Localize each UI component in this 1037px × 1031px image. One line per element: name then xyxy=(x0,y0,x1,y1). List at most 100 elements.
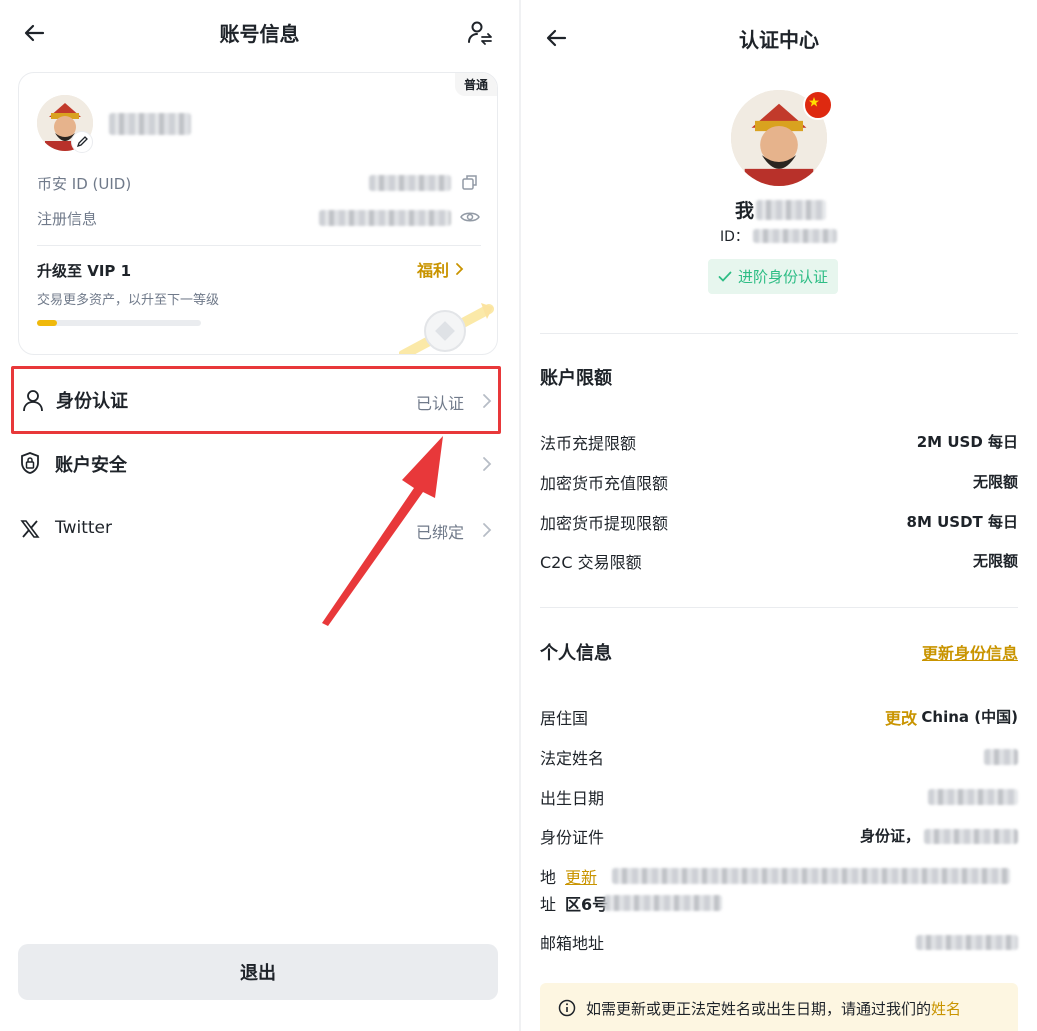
name-redacted xyxy=(756,199,827,220)
benefits-link[interactable]: 福利 xyxy=(417,257,465,281)
personal-section-title: 个人信息 xyxy=(540,643,612,664)
verification-status-badge: 进阶身份认证 xyxy=(708,259,839,294)
edit-avatar-button[interactable] xyxy=(71,131,93,153)
limit-value: 2M USD 每日 xyxy=(916,433,1018,451)
uid-value-redacted xyxy=(369,175,451,191)
limit-label: 加密货币充值限额 xyxy=(540,474,669,493)
limits-section-title: 账户限额 xyxy=(540,368,612,389)
notice-message: 如需更新或更正法定姓名或出生日期，请通过我们的 xyxy=(586,1000,932,1018)
limit-row: 加密货币充值限额 无限额 xyxy=(540,470,1018,494)
limit-value: 无限额 xyxy=(972,473,1018,491)
address-label: 地 xyxy=(540,868,557,887)
id-label: ID： xyxy=(720,229,749,245)
vip-upgrade-title: 升级至 VIP 1 xyxy=(37,262,132,280)
id-number-redacted xyxy=(924,829,1018,844)
address-line2-redacted xyxy=(604,895,722,911)
id-value-redacted xyxy=(752,229,837,243)
profile-id: ID： xyxy=(720,226,837,246)
vip-progress-fill xyxy=(37,320,57,326)
residence-value: China (中国) xyxy=(921,708,1018,726)
limit-row: C2C 交易限额 无限额 xyxy=(540,549,1018,573)
address-row: 地 址 更新 区6号 xyxy=(540,864,1018,916)
residence-change-link[interactable]: 更改 xyxy=(885,705,917,729)
limit-label: C2C 交易限额 xyxy=(540,553,642,572)
user-level-badge: 普通 xyxy=(454,73,497,96)
eye-icon xyxy=(460,212,480,222)
address-update-link[interactable]: 更新 xyxy=(565,864,597,888)
birth-date-redacted xyxy=(928,789,1018,805)
address-label: 址 xyxy=(540,895,557,914)
email-label: 邮箱地址 xyxy=(540,934,605,953)
country-flag-icon xyxy=(803,90,833,120)
menu-item-label: Twitter xyxy=(55,518,112,538)
registration-label: 注册信息 xyxy=(37,210,98,228)
residence-row: 居住国 更改 China (中国) xyxy=(540,705,1018,729)
address-line2-prefix: 区6号 xyxy=(565,895,609,914)
id-document-row: 身份证件 身份证， xyxy=(540,824,1018,848)
profile-name: 我 xyxy=(735,196,827,223)
legal-name-redacted xyxy=(984,749,1018,765)
email-row: 邮箱地址 xyxy=(540,930,1018,954)
update-identity-link[interactable]: 更新身份信息 xyxy=(922,640,1018,664)
card-divider xyxy=(37,245,481,246)
x-twitter-icon xyxy=(20,520,40,538)
birth-date-label: 出生日期 xyxy=(540,789,605,808)
shield-lock-icon xyxy=(21,452,39,474)
limit-row: 加密货币提现限额 8M USDT 每日 xyxy=(540,510,1018,534)
info-icon xyxy=(558,999,576,1017)
reveal-button[interactable] xyxy=(460,208,480,226)
limit-label: 加密货币提现限额 xyxy=(540,514,669,533)
page-title: 账号信息 xyxy=(219,22,300,46)
registration-value-redacted xyxy=(319,210,451,226)
annotation-arrow-icon xyxy=(322,436,443,626)
switch-account-button[interactable] xyxy=(466,19,494,47)
person-icon xyxy=(23,390,43,412)
logout-button[interactable]: 退出 xyxy=(18,944,498,1000)
section-divider xyxy=(540,607,1018,608)
vip-progress-track xyxy=(37,320,201,326)
notice-banner: 如需更新或更正法定姓名或出生日期，请通过我们的姓名 xyxy=(540,983,1018,1031)
chevron-right-icon xyxy=(483,457,492,471)
menu-item-identity[interactable]: 身份认证 已认证 xyxy=(11,366,501,434)
switch-account-icon xyxy=(468,21,492,45)
profile-card: 普通 币安 ID (UID) 注册信息 升级至 VIP 1 福利 交易更多资产，… xyxy=(18,72,498,355)
uid-label: 币安 ID (UID) xyxy=(37,175,132,193)
notice-link[interactable]: 姓名 xyxy=(931,1000,961,1018)
menu-item-label: 账户安全 xyxy=(55,455,127,476)
id-document-type: 身份证， xyxy=(860,827,921,845)
limit-row: 法币充提限额 2M USD 每日 xyxy=(540,430,1018,454)
birth-date-row: 出生日期 xyxy=(540,785,1018,809)
pencil-icon xyxy=(76,136,88,148)
vip-upgrade-subtitle: 交易更多资产，以升至下一等级 xyxy=(37,293,220,308)
verification-center-screen: 认证中心 我 ID： 进阶身份认证 账户限额 法币充提限额 2M USD 每日 … xyxy=(521,0,1037,1031)
account-info-screen: 账号信息 普通 币安 ID (UID) 注册信息 升级至 VIP 1 福利 交易… xyxy=(0,0,519,1031)
benefits-label: 福利 xyxy=(417,261,450,280)
chevron-right-icon xyxy=(483,523,492,537)
limit-label: 法币充提限额 xyxy=(540,434,637,453)
page-title: 认证中心 xyxy=(739,28,819,52)
star-icon xyxy=(808,97,820,107)
legal-name-label: 法定姓名 xyxy=(540,749,605,768)
coin-illustration xyxy=(399,295,495,354)
coin-arrow-icon xyxy=(399,303,494,354)
logout-label: 退出 xyxy=(240,963,276,984)
address-line1-redacted xyxy=(612,868,1010,884)
copy-icon xyxy=(462,175,477,190)
email-redacted xyxy=(916,935,1018,950)
section-divider xyxy=(540,333,1018,334)
residence-label: 居住国 xyxy=(540,709,589,728)
check-icon xyxy=(718,271,732,282)
chevron-right-icon xyxy=(483,394,492,408)
status-label: 进阶身份认证 xyxy=(738,268,829,286)
menu-item-label: 身份认证 xyxy=(56,391,128,412)
limit-value: 无限额 xyxy=(972,552,1018,570)
username-redacted xyxy=(109,113,191,135)
name-prefix: 我 xyxy=(735,200,755,222)
menu-item-value: 已认证 xyxy=(416,394,465,413)
limit-value: 8M USDT 每日 xyxy=(906,513,1018,531)
notice-text: 如需更新或更正法定姓名或出生日期，请通过我们的姓名 xyxy=(586,998,961,1019)
legal-name-row: 法定姓名 xyxy=(540,745,1018,769)
id-document-label: 身份证件 xyxy=(540,828,605,847)
copy-uid-button[interactable] xyxy=(461,173,479,191)
chevron-right-icon xyxy=(456,263,464,275)
